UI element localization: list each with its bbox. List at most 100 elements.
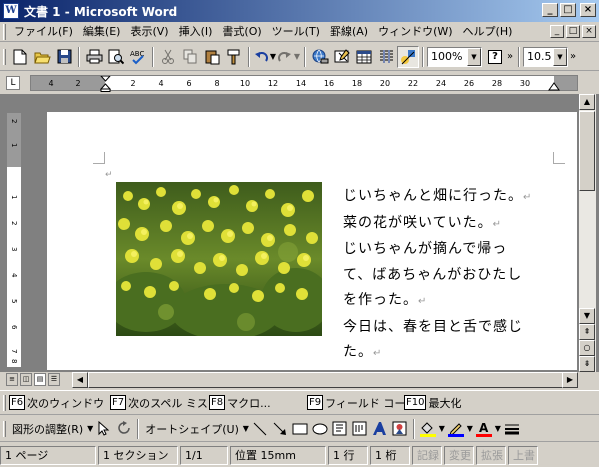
- tab-selector[interactable]: L: [6, 76, 20, 90]
- line-color-dropdown-icon[interactable]: ▼: [466, 424, 474, 433]
- menu-file[interactable]: ファイル(F): [9, 23, 78, 41]
- fill-color-dropdown-icon[interactable]: ▼: [438, 424, 446, 433]
- previous-page-icon[interactable]: ⇞: [579, 324, 595, 340]
- menu-edit[interactable]: 編集(E): [78, 23, 126, 41]
- font-color-icon[interactable]: A: [474, 419, 494, 439]
- new-document-icon[interactable]: [9, 46, 31, 68]
- menubar-grip[interactable]: [3, 23, 6, 40]
- doc-restore-button[interactable]: □: [566, 25, 580, 38]
- print-icon[interactable]: [83, 46, 105, 68]
- vertical-scroll-thumb[interactable]: [579, 111, 595, 191]
- copy-icon[interactable]: [179, 46, 201, 68]
- redo-icon[interactable]: [277, 46, 293, 68]
- paste-icon[interactable]: [201, 46, 223, 68]
- indent-marker-icon[interactable]: [100, 76, 112, 92]
- zoom-dropdown-icon[interactable]: ▼: [467, 47, 481, 66]
- maximize-button[interactable]: □: [560, 3, 576, 17]
- scroll-up-icon[interactable]: ▲: [579, 94, 595, 110]
- fkey-f8[interactable]: F8 マクロ...: [209, 395, 304, 411]
- scroll-down-icon[interactable]: ▼: [579, 308, 595, 324]
- clip-art-icon[interactable]: [390, 419, 410, 439]
- select-objects-icon[interactable]: [94, 419, 114, 439]
- autoshape-menu[interactable]: オートシェイプ(U): [142, 421, 242, 437]
- fkey-f7[interactable]: F7 次のスペル ミス: [110, 395, 208, 411]
- horizontal-scrollbar[interactable]: ◀ ▶: [72, 372, 578, 388]
- spelling-check-icon[interactable]: ABC: [127, 46, 149, 68]
- fkeybar-grip[interactable]: [3, 394, 6, 411]
- open-folder-icon[interactable]: [31, 46, 53, 68]
- toolbar-separator: [412, 418, 415, 439]
- hyperlink-icon[interactable]: [309, 46, 331, 68]
- status-overwrite[interactable]: 上書: [508, 446, 538, 465]
- doc-close-button[interactable]: ×: [582, 25, 596, 38]
- arrow-tool-icon[interactable]: [270, 419, 290, 439]
- autoshape-dropdown-icon[interactable]: ▼: [242, 424, 250, 433]
- print-preview-icon[interactable]: [105, 46, 127, 68]
- outline-view-icon[interactable]: ☰: [48, 373, 60, 386]
- fkey-f9[interactable]: F9 フィールド コー...: [307, 395, 416, 411]
- adjust-shape-menu[interactable]: 図形の調整(R): [9, 421, 86, 437]
- zoom-combo[interactable]: 100% ▼: [427, 46, 482, 67]
- toolbar-options-icon[interactable]: »: [568, 46, 578, 68]
- text-box-icon[interactable]: [330, 419, 350, 439]
- menu-help[interactable]: ヘルプ(H): [458, 23, 518, 41]
- scroll-right-icon[interactable]: ▶: [562, 372, 578, 388]
- drawing-toolbar-icon[interactable]: [397, 45, 419, 68]
- normal-view-icon[interactable]: ≡: [6, 373, 18, 386]
- adjust-shape-dropdown-icon[interactable]: ▼: [86, 424, 94, 433]
- next-page-icon[interactable]: ⇟: [579, 356, 595, 372]
- right-indent-marker-icon[interactable]: [548, 82, 560, 92]
- line-style-icon[interactable]: [502, 419, 522, 439]
- vertical-ruler[interactable]: 2 1 1 2 3 4 5 6 7 8: [6, 112, 22, 368]
- vertical-scrollbar[interactable]: ▲ ▼ ⇞ ○ ⇟: [579, 94, 596, 372]
- status-extend[interactable]: 拡張: [476, 446, 506, 465]
- undo-dropdown-icon[interactable]: ▼: [269, 52, 277, 61]
- document-page[interactable]: ↵ じいちゃんと畑に行った。↵ 菜の花が咲いていた。↵ じいちゃんが摘んで帰っ …: [47, 112, 577, 370]
- free-rotate-icon[interactable]: [114, 419, 134, 439]
- fkey-f6[interactable]: F6 次のウィンドウ: [9, 395, 107, 411]
- fkey-f10[interactable]: F10 最大化: [404, 395, 461, 411]
- menu-view[interactable]: 表示(V): [125, 23, 173, 41]
- wordart-icon[interactable]: [370, 419, 390, 439]
- web-layout-icon[interactable]: ◫: [20, 373, 32, 386]
- status-record[interactable]: 記録: [412, 446, 442, 465]
- minimize-button[interactable]: _: [542, 3, 558, 17]
- tables-borders-icon[interactable]: [331, 46, 353, 68]
- fill-color-icon[interactable]: [418, 419, 438, 439]
- save-icon[interactable]: [53, 46, 75, 68]
- insert-table-icon[interactable]: [353, 46, 375, 68]
- menu-window[interactable]: ウィンドウ(W): [373, 23, 457, 41]
- close-button[interactable]: ×: [580, 3, 596, 17]
- rapeseed-flower-photo[interactable]: [116, 182, 322, 336]
- menu-tools[interactable]: ツール(T): [267, 23, 325, 41]
- vertical-text-box-icon[interactable]: [350, 419, 370, 439]
- font-size-combo[interactable]: 10.5 ▼: [523, 46, 568, 67]
- cut-icon[interactable]: [157, 46, 179, 68]
- undo-icon[interactable]: [253, 46, 269, 68]
- menu-format[interactable]: 書式(O): [217, 23, 266, 41]
- word-app-icon[interactable]: W: [3, 3, 19, 19]
- format-painter-icon[interactable]: [223, 46, 245, 68]
- select-browse-object-icon[interactable]: ○: [579, 340, 595, 356]
- redo-dropdown-icon[interactable]: ▼: [293, 52, 301, 61]
- scroll-left-icon[interactable]: ◀: [72, 372, 88, 388]
- document-body-text[interactable]: じいちゃんと畑に行った。↵ 菜の花が咲いていた。↵ じいちゃんが摘んで帰っ て、…: [343, 184, 573, 367]
- oval-tool-icon[interactable]: [310, 419, 330, 439]
- columns-icon[interactable]: [375, 46, 397, 68]
- print-layout-icon[interactable]: ▤: [34, 373, 46, 386]
- menu-insert[interactable]: 挿入(I): [174, 23, 218, 41]
- doc-minimize-button[interactable]: _: [550, 25, 564, 38]
- menu-table[interactable]: 罫線(A): [325, 23, 373, 41]
- rectangle-tool-icon[interactable]: [290, 419, 310, 439]
- horizontal-ruler[interactable]: 4 2 2 4 6 8 10 12 14 16 18 20 22 24 26 2…: [30, 75, 578, 92]
- font-size-dropdown-icon[interactable]: ▼: [553, 47, 567, 66]
- line-tool-icon[interactable]: [250, 419, 270, 439]
- toolbar-options-icon[interactable]: »: [505, 46, 515, 68]
- font-color-dropdown-icon[interactable]: ▼: [494, 424, 502, 433]
- help-icon[interactable]: ?: [485, 46, 505, 68]
- toolbar-grip[interactable]: [3, 48, 6, 65]
- line-color-icon[interactable]: [446, 419, 466, 439]
- drawbar-grip[interactable]: [3, 420, 6, 437]
- status-track-changes[interactable]: 変更: [444, 446, 474, 465]
- horizontal-scroll-thumb[interactable]: [88, 372, 566, 388]
